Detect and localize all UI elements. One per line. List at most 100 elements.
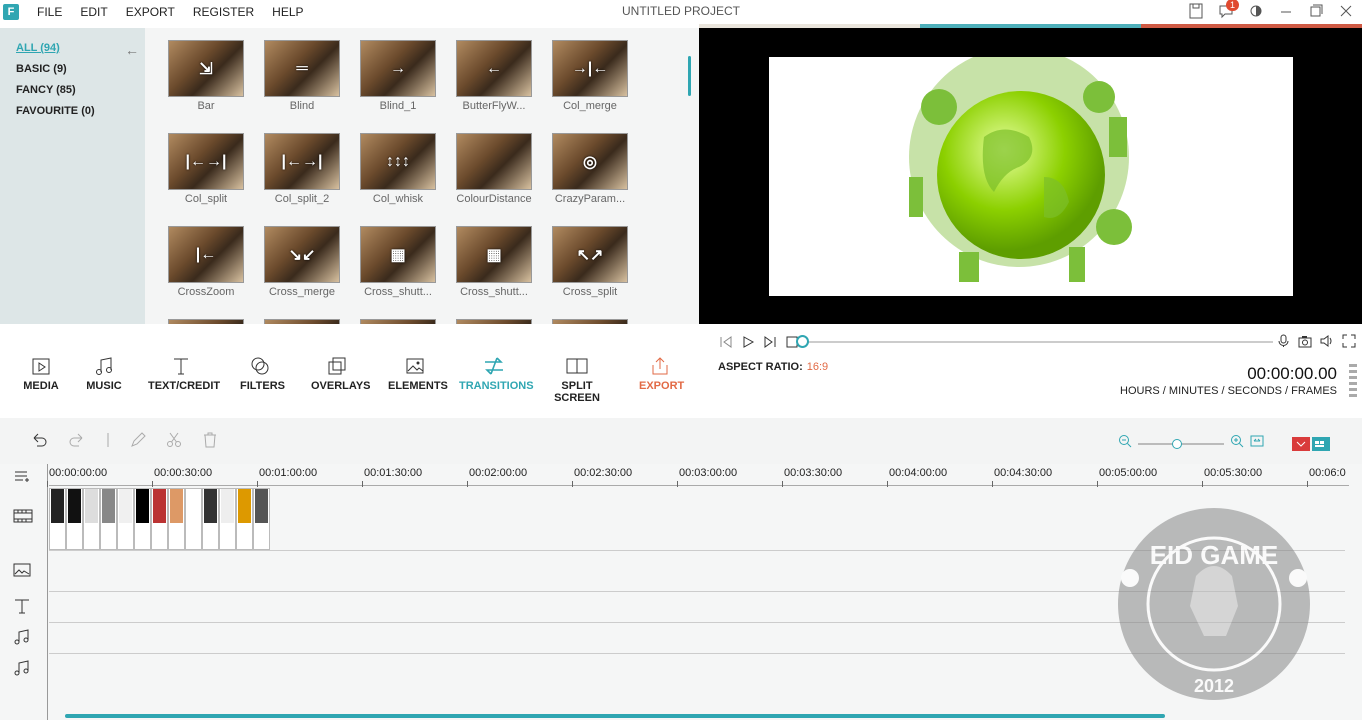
save-icon[interactable] [1188,3,1204,19]
video-clip[interactable] [151,488,168,550]
split-screen-button[interactable]: SPLIT SCREEN [542,352,612,404]
video-clip[interactable] [134,488,151,550]
transition-thumb[interactable]: ▦ Cross_shutt... [360,226,436,298]
category-basic[interactable]: BASIC (9) [16,63,129,84]
overlays-button[interactable]: OVERLAYS [311,352,371,392]
video-clip[interactable] [117,488,134,550]
zoom-slider[interactable] [1138,438,1224,449]
category-favourite[interactable]: FAVOURITE (0) [16,105,129,126]
next-frame-icon[interactable] [763,335,777,354]
video-clip[interactable] [66,488,83,550]
time-ruler[interactable]: 00:00:00:00 00:00:30:00 00:01:00:00 00:01:3… [46,464,1349,487]
maximize-icon[interactable] [1308,3,1324,19]
view-mode-toggle[interactable] [1292,436,1330,451]
undo-icon[interactable] [30,432,48,453]
transition-label: Col_whisk [372,193,424,205]
transition-thumb[interactable]: |←→| Col_split [168,133,244,205]
aspect-ratio-label: ASPECT RATIO: [718,361,803,373]
video-clip[interactable] [168,488,185,550]
zoom-in-icon[interactable] [1230,434,1244,453]
transition-thumb[interactable]: ↘↙ Cross_merge [264,226,340,298]
resize-handle[interactable] [1349,364,1357,400]
video-clip[interactable] [100,488,117,550]
video-clip[interactable] [49,488,66,550]
transition-preview [456,133,532,190]
fit-icon[interactable] [1250,434,1264,453]
menu-register[interactable]: REGISTER [193,5,254,19]
transition-preview: ═ [264,40,340,97]
music-button[interactable]: MUSIC [86,352,122,392]
track-menu-icon[interactable] [13,469,31,488]
transitions-button[interactable]: TRANSITIONS [459,352,534,392]
category-fancy[interactable]: FANCY (85) [16,84,129,105]
microphone-icon[interactable] [1277,334,1290,353]
transition-thumb[interactable]: ↖↗ Cross_split [552,226,628,298]
theme-icon[interactable] [1248,3,1264,19]
filters-icon [240,352,280,380]
transition-thumb[interactable]: ═ Blind [264,40,340,112]
video-clip[interactable] [253,488,270,550]
zoom-knob[interactable] [1172,438,1182,449]
text-credit-button[interactable]: TEXT/CREDIT [148,352,220,392]
music-track-icon [13,629,31,650]
playback-controls [719,335,799,354]
category-all[interactable]: ALL (94) [16,42,129,63]
transition-thumb[interactable]: ← ButterFlyW... [456,40,532,112]
text-icon [148,352,214,380]
media-icon [22,352,60,380]
transition-thumb[interactable]: ⇲ Bar [168,40,244,112]
music-icon [86,352,122,380]
text-track-icon [13,598,31,619]
transition-thumb[interactable]: → Blind_1 [360,40,436,112]
transition-thumb[interactable]: ↕↕↕ Col_whisk [360,133,436,205]
video-clip[interactable] [219,488,236,550]
clip-thumbnail [51,489,64,523]
close-icon[interactable] [1338,3,1354,19]
split-screen-label: SPLIT SCREEN [554,380,600,404]
transition-thumb[interactable]: ▦ Cross_shutt... [456,226,532,298]
menu-file[interactable]: FILE [37,5,62,19]
video-clip[interactable] [185,488,202,550]
zoom-out-icon[interactable] [1118,434,1132,453]
category-panel: ALL (94) BASIC (9) FANCY (85) FAVOURITE … [0,28,145,324]
redo-icon[interactable] [68,432,86,453]
transition-thumb[interactable]: |← CrossZoom [168,226,244,298]
transition-thumb[interactable]: |←→| Col_split_2 [264,133,340,205]
notification-badge: 1 [1225,0,1239,11]
transition-thumb[interactable]: →|← Col_merge [552,40,628,112]
aspect-ratio[interactable]: ASPECT RATIO: 16:9 [718,361,828,373]
elements-icon [388,352,442,380]
snapshot-icon[interactable] [1298,334,1312,353]
video-clip[interactable] [83,488,100,550]
minimize-icon[interactable] [1278,3,1294,19]
menu-help[interactable]: HELP [272,5,303,19]
delete-icon[interactable] [202,432,218,453]
play-icon[interactable] [741,335,755,354]
transitions-icon [459,352,529,380]
timeline-scrollbar[interactable] [65,714,1165,718]
storyboard-icon[interactable] [1292,436,1310,451]
transition-glyph: → [390,59,406,77]
prev-frame-icon[interactable] [719,335,733,354]
transition-thumb[interactable]: ColourDistance [456,133,532,205]
video-clip[interactable] [236,488,253,550]
playback-scrubber[interactable] [803,341,1273,343]
timeline-view-icon[interactable] [1312,436,1330,451]
transition-thumb[interactable]: ◎ CrazyParam... [552,133,628,205]
cut-icon[interactable] [166,432,182,453]
menu-edit[interactable]: EDIT [80,5,107,19]
playhead-knob[interactable] [796,335,809,348]
volume-icon[interactable] [1320,334,1334,353]
edit-icon[interactable] [130,432,146,453]
grid-scrollbar[interactable] [688,56,691,96]
media-button[interactable]: MEDIA [22,352,60,392]
menu-export[interactable]: EXPORT [126,5,175,19]
video-clip[interactable] [202,488,219,550]
message-icon[interactable]: 1 [1218,0,1239,19]
filters-button[interactable]: FILTERS [240,352,285,392]
export-button[interactable]: EXPORT [639,352,684,392]
video-clips [49,488,270,550]
elements-button[interactable]: ELEMENTS [388,352,448,392]
back-arrow-icon[interactable]: ← [125,42,139,58]
fullscreen-icon[interactable] [1342,334,1356,353]
